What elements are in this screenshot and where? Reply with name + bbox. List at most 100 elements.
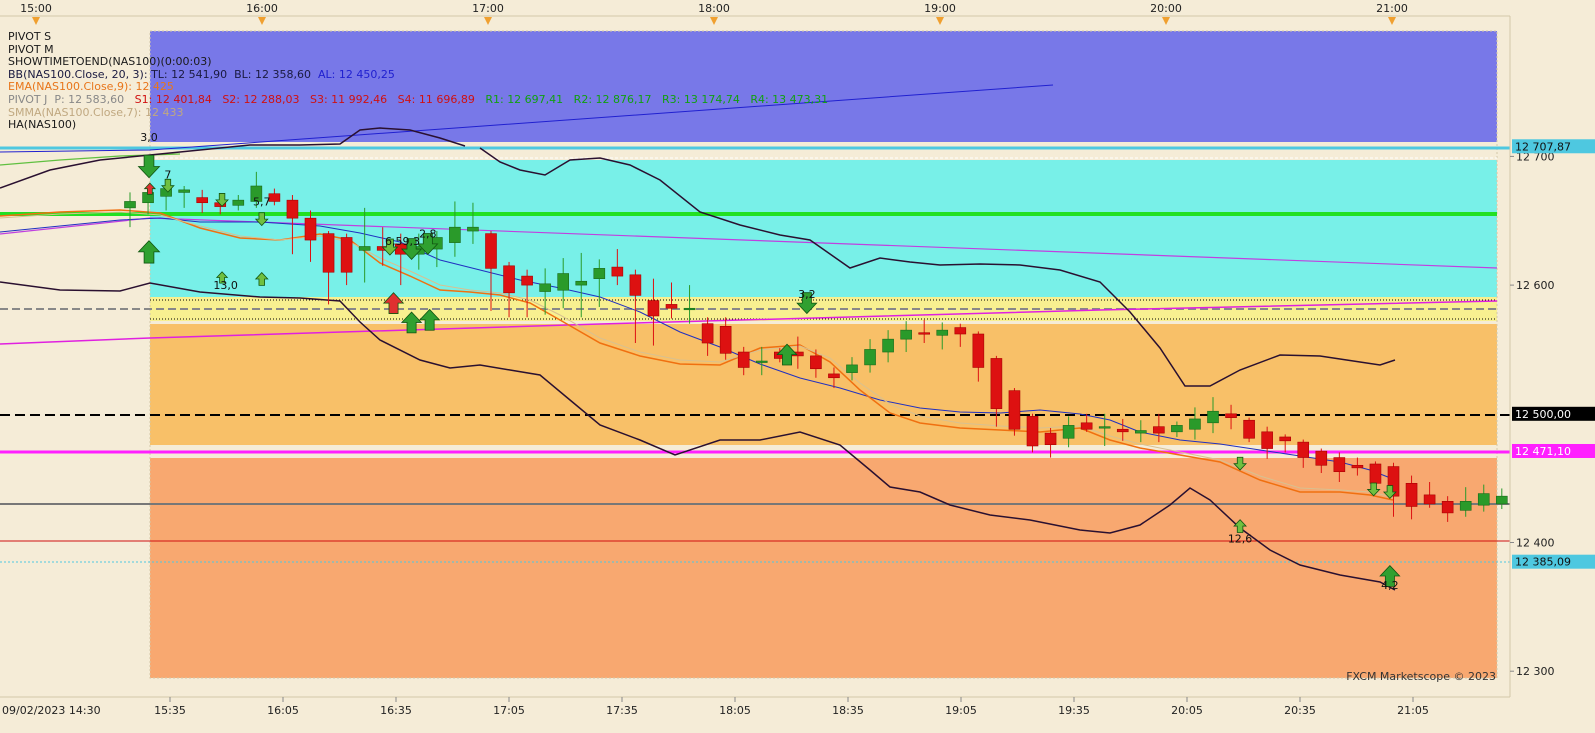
bottom-time-label: 19:05: [945, 704, 977, 717]
candle: [683, 307, 696, 311]
candle: [449, 226, 461, 243]
candle: [1333, 457, 1346, 473]
candle: [1153, 426, 1165, 434]
candle: [286, 199, 299, 219]
candle: [124, 201, 136, 209]
candle: [1261, 431, 1273, 449]
candle: [503, 265, 515, 294]
candle: [1044, 432, 1057, 445]
candle: [1135, 430, 1147, 434]
bottom-time-label: 17:05: [493, 704, 525, 717]
candle: [900, 329, 912, 340]
candle: [1297, 441, 1310, 458]
bottom-time-label: 09/02/2023 14:30: [2, 704, 101, 717]
candle: [647, 300, 660, 317]
candle: [1171, 425, 1183, 433]
pivot-orange-zone: [150, 324, 1497, 445]
legend-pivot-j: PIVOT J P: 12 583,60 S1: 12 401,84 S2: 1…: [8, 92, 829, 106]
price-tick-label: 12 400: [1516, 537, 1555, 550]
candle: [521, 275, 533, 286]
candle: [1026, 416, 1039, 447]
legend-ha: HA(NAS100): [8, 118, 77, 132]
legend-pivot-s: PIVOT S: [8, 30, 52, 43]
candle: [882, 338, 894, 353]
signal-label: 4,2: [1381, 579, 1399, 592]
candle: [557, 273, 570, 291]
candle: [1189, 418, 1201, 430]
top-time-marker: [1388, 17, 1396, 25]
bottom-time-label: 18:05: [719, 704, 751, 717]
candle: [593, 268, 606, 279]
top-time-axis: [0, 0, 1595, 16]
signal-label: 12,6: [1228, 533, 1253, 546]
candle: [1243, 419, 1255, 439]
top-time-label: 21:00: [1376, 2, 1408, 15]
pivot-cyan-zone: [150, 160, 1497, 297]
candle: [1477, 493, 1490, 506]
price-marker-label: 12 500,00: [1515, 408, 1571, 421]
candle: [485, 233, 497, 269]
candle: [1116, 428, 1129, 433]
candle: [232, 199, 245, 206]
candle: [1062, 425, 1075, 439]
candle: [1225, 413, 1237, 418]
candle: [1008, 390, 1021, 430]
top-time-marker: [32, 17, 40, 25]
candle: [1207, 410, 1219, 424]
candle: [972, 333, 985, 368]
bottom-time-label: 20:35: [1284, 704, 1316, 717]
bottom-time-label: 21:05: [1397, 704, 1429, 717]
candle: [846, 364, 858, 373]
candle: [1496, 495, 1508, 505]
indicator-legend: PIVOT S PIVOT M SHOWTIMETOEND(NAS100)(0:…: [8, 30, 829, 132]
candle: [340, 237, 353, 273]
top-time-marker: [936, 17, 944, 25]
price-axis: [1510, 0, 1595, 733]
candle: [1279, 436, 1291, 442]
bottom-time-axis: [0, 697, 1595, 733]
bottom-time-label: 19:35: [1058, 704, 1090, 717]
candle: [864, 349, 876, 366]
candle: [918, 332, 931, 335]
candle: [755, 360, 768, 363]
signal-label: 3,0: [140, 131, 158, 144]
candle: [1459, 501, 1472, 511]
bottom-time-label: 17:35: [606, 704, 638, 717]
candle: [990, 358, 1003, 409]
top-time-marker: [258, 17, 266, 25]
price-marker-label: 12 385,09: [1515, 556, 1571, 569]
bottom-time-label: 20:05: [1171, 704, 1203, 717]
candle: [611, 266, 624, 277]
candle: [828, 373, 840, 379]
top-time-label: 19:00: [924, 2, 956, 15]
candle: [701, 323, 714, 344]
candle: [1351, 464, 1364, 469]
top-time-label: 16:00: [246, 2, 278, 15]
signal-label: 13,0: [213, 279, 238, 292]
candle: [954, 327, 967, 335]
top-time-marker: [710, 17, 718, 25]
candle: [539, 283, 551, 292]
signal-label: 5,7: [253, 195, 271, 208]
candle: [810, 355, 822, 370]
candle: [1441, 501, 1454, 514]
top-time-label: 18:00: [698, 2, 730, 15]
signal-label: 3,2: [798, 288, 816, 301]
signal-label: 2,8: [419, 227, 437, 240]
candle: [467, 226, 479, 232]
top-time-label: 20:00: [1150, 2, 1182, 15]
signal-label: 7: [164, 168, 171, 181]
top-time-label: 15:00: [20, 2, 52, 15]
chart-window: 3,0 7 5,7 13,0 6,59,3 2,8 3,2 12,6 4,2 15:00 16:00…: [0, 0, 1595, 733]
candle: [178, 189, 190, 193]
top-time-marker: [484, 17, 492, 25]
candle: [268, 193, 281, 202]
candle: [1369, 463, 1382, 484]
price-marker-label: 12 471,10: [1515, 445, 1571, 458]
signal-label: 6,59,3: [385, 235, 420, 248]
bottom-time-label: 15:35: [154, 704, 186, 717]
candle: [1098, 426, 1111, 429]
candle: [1423, 494, 1436, 505]
price-marker-label: 12 707,87: [1515, 140, 1571, 153]
candle: [1405, 482, 1418, 507]
